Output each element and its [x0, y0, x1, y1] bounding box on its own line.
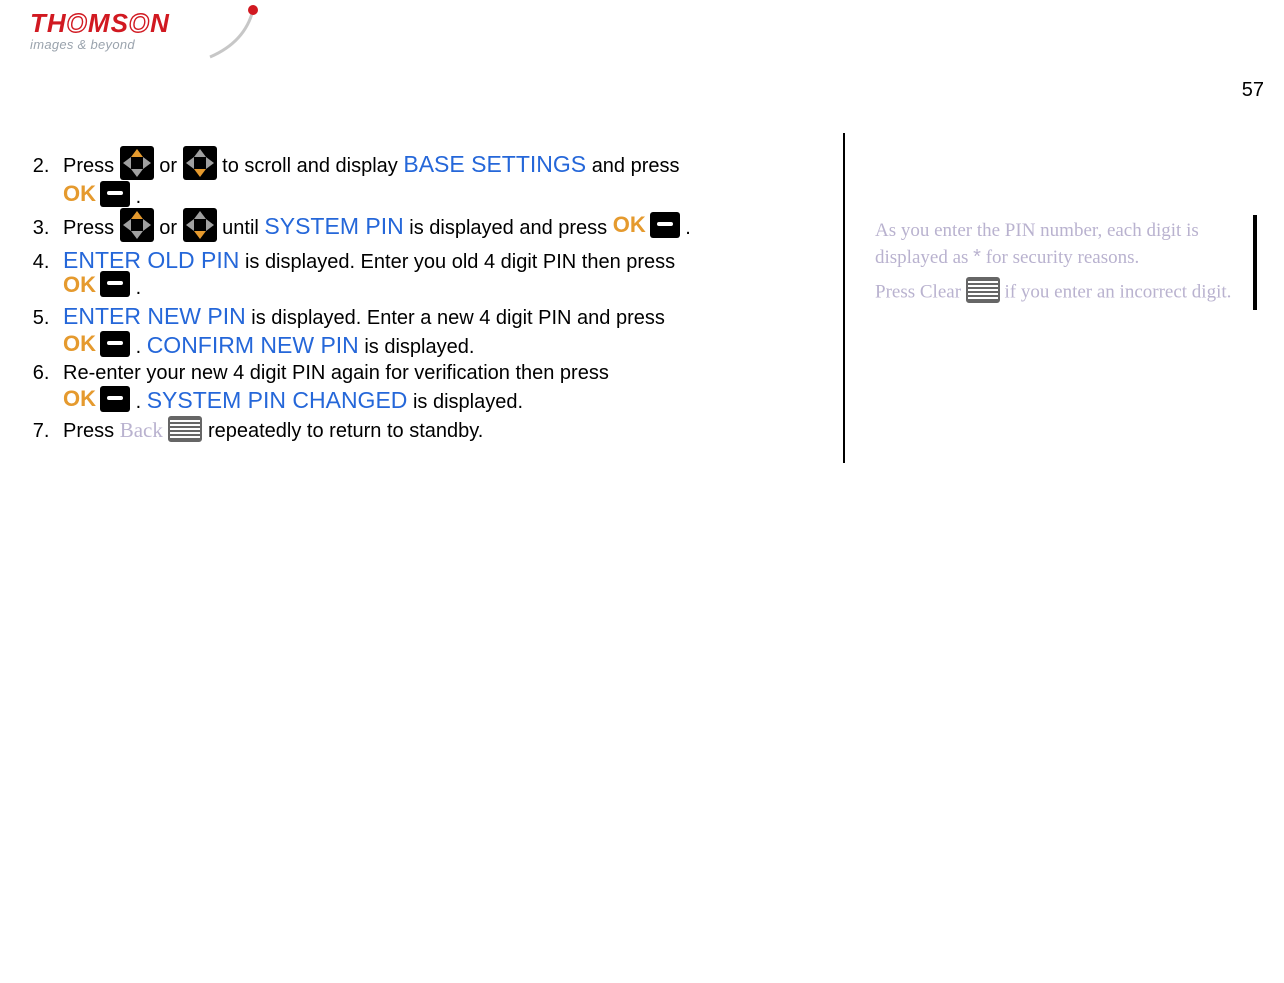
step-text: Press: [63, 217, 120, 239]
ok-key-icon: OK: [63, 330, 130, 358]
step-text: is displayed.: [413, 391, 523, 413]
brand-letter: O: [129, 8, 150, 38]
asterisk-icon: *: [973, 246, 981, 268]
ok-key-icon: OK: [613, 211, 680, 239]
step-7: Press Back repeatedly to return to stand…: [55, 417, 833, 445]
step-5: ENTER NEW PIN is displayed. Enter a new …: [55, 302, 833, 361]
step-text: to scroll and display: [222, 155, 403, 177]
step-text: Press: [63, 155, 120, 177]
ok-label: OK: [613, 211, 646, 239]
nav-up-icon: [120, 146, 154, 180]
side-note-paragraph: As you enter the PIN number, each digit …: [875, 219, 1235, 270]
ok-label: OK: [63, 385, 96, 413]
nav-up-icon: [120, 208, 154, 242]
back-softkey-label: Back: [120, 418, 163, 442]
display-term-enter-old-pin: ENTER OLD PIN: [63, 247, 239, 273]
display-term-base-settings: BASE SETTINGS: [403, 151, 586, 177]
step-text: repeatedly to return to standby.: [208, 420, 483, 442]
ok-label: OK: [63, 271, 96, 299]
vertical-divider: [843, 133, 845, 463]
ok-label: OK: [63, 180, 96, 208]
step-6: Re-enter your new 4 digit PIN again for …: [55, 361, 833, 416]
brand-letter: N: [150, 8, 170, 38]
brand-wordmark: THOMSON: [30, 8, 170, 38]
instruction-list: Press or to scroll and display BASE SETT…: [33, 150, 833, 445]
brand-letter: O: [67, 8, 88, 38]
step-4: ENTER OLD PIN is displayed. Enter you ol…: [55, 246, 833, 303]
brand-tagline: images & beyond: [30, 37, 230, 52]
brand-logo-block: THOMSON images & beyond: [30, 8, 230, 43]
brand-letter: M: [88, 8, 111, 38]
display-term-enter-new-pin: ENTER NEW PIN: [63, 303, 246, 329]
side-note-paragraph: Press Clear if you enter an incorrect di…: [875, 280, 1235, 306]
back-key-icon: [168, 416, 202, 442]
ok-key-icon: OK: [63, 385, 130, 413]
step-text: until: [222, 217, 264, 239]
side-text: for security reasons.: [981, 247, 1139, 268]
display-term-system-pin-changed: SYSTEM PIN CHANGED: [147, 387, 408, 413]
step-text: or: [159, 217, 182, 239]
step-text: .: [685, 217, 691, 239]
clear-softkey-label: Clear: [920, 282, 961, 303]
step-text: is displayed.: [364, 336, 474, 358]
display-term-system-pin: SYSTEM PIN: [264, 213, 403, 239]
ok-key-icon: OK: [63, 271, 130, 299]
step-text: is displayed. Enter you old 4 digit PIN …: [245, 251, 675, 273]
brand-letter: T: [30, 8, 47, 38]
nav-down-icon: [183, 208, 217, 242]
step-text: or: [159, 155, 182, 177]
step-2: Press or to scroll and display BASE SETT…: [55, 150, 833, 212]
side-note: As you enter the PIN number, each digit …: [875, 215, 1257, 310]
swoosh-icon: [205, 2, 265, 62]
side-text: Press: [875, 282, 920, 303]
step-3: Press or until SYSTEM PIN is displayed a…: [55, 212, 833, 246]
clear-key-icon: [966, 277, 1000, 303]
ok-key-icon: OK: [63, 180, 130, 208]
display-term-confirm-new-pin: CONFIRM NEW PIN: [147, 332, 359, 358]
brand-letter: H: [47, 8, 67, 38]
step-text: .: [136, 186, 142, 208]
step-text: is displayed and press: [409, 217, 612, 239]
step-text: .: [136, 277, 142, 299]
step-text: Press: [63, 420, 120, 442]
step-text: is displayed. Enter a new 4 digit PIN an…: [251, 307, 665, 329]
brand-logo: THOMSON images & beyond: [30, 8, 230, 43]
nav-down-icon: [183, 146, 217, 180]
side-text: if you enter an incorrect digit.: [1005, 282, 1232, 303]
step-text: .: [136, 336, 147, 358]
step-text: Re-enter your new 4 digit PIN again for …: [63, 362, 609, 384]
page-number: 57: [1242, 79, 1264, 102]
step-text: and press: [592, 155, 680, 177]
ok-label: OK: [63, 330, 96, 358]
page: THOMSON images & beyond 57 Press or to s…: [0, 0, 1284, 983]
step-text: .: [136, 391, 147, 413]
brand-letter: S: [111, 8, 129, 38]
